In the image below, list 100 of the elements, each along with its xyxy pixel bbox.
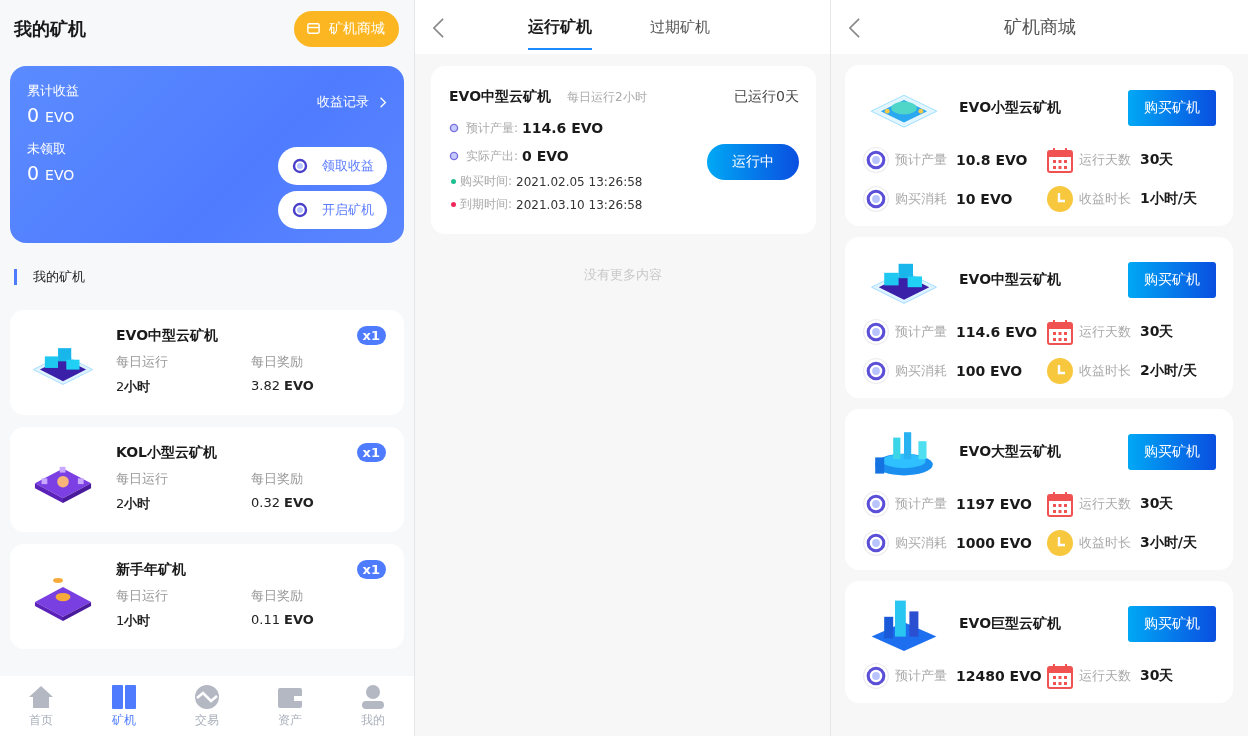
clock-icon: [1046, 529, 1073, 556]
product-name: EVO大型云矿机: [959, 442, 1062, 461]
buy-button[interactable]: 购买矿机: [1128, 261, 1216, 298]
calendar-icon: [1046, 662, 1073, 689]
nav-item[interactable]: 矿机: [99, 683, 150, 729]
stat-label: 运行天数: [1078, 666, 1131, 685]
total-earnings-unit: EVO: [45, 109, 75, 125]
coin-icon: [449, 151, 459, 161]
count-badge: x1: [356, 560, 386, 579]
stat-value: 3小时/天: [1139, 533, 1197, 552]
chevron-right-icon: [379, 95, 387, 109]
stat-label: 收益时长: [1078, 533, 1131, 552]
buy-button[interactable]: 购买矿机: [1128, 605, 1216, 642]
stat-label: 运行天数: [1078, 150, 1131, 169]
coin-icon: [290, 156, 310, 176]
coin-icon: [863, 529, 889, 556]
unclaimed-unit: EVO: [45, 167, 75, 183]
stat-value: 10 EVO: [956, 190, 1013, 207]
reward-label: 每日奖励: [251, 587, 304, 605]
reward-label: 每日奖励: [251, 470, 304, 488]
calendar-icon: [1046, 146, 1073, 173]
stat-label: 购买消耗: [895, 361, 947, 380]
row-value: 0 EVO: [522, 148, 569, 164]
stat-value: 30天: [1139, 322, 1174, 341]
nav-item[interactable]: 交易: [182, 683, 232, 729]
row-value: 2021.03.10 13:26:58: [516, 197, 643, 212]
trade-icon: [194, 683, 220, 710]
run-label: 每日运行: [116, 587, 169, 605]
coin-icon: [863, 146, 889, 173]
count-badge: x1: [356, 326, 386, 345]
miner-name: EVO中型云矿机: [449, 88, 552, 106]
pill-button[interactable]: 开启矿机: [278, 191, 387, 229]
coin-icon: [863, 662, 889, 689]
nav-item[interactable]: 资产: [264, 683, 315, 729]
stat-label: 收益时长: [1078, 361, 1131, 380]
row-value: 2021.02.05 13:26:58: [516, 174, 643, 189]
buy-button[interactable]: 购买矿机: [1128, 89, 1216, 126]
stat-value: 100 EVO: [956, 362, 1023, 379]
stat-value: 30天: [1139, 666, 1174, 685]
stat-label: 收益时长: [1078, 189, 1131, 208]
stat-value: 1000 EVO: [956, 534, 1032, 551]
coin-icon: [449, 123, 459, 133]
page-title: 矿机商城: [1003, 15, 1076, 39]
product-name: EVO小型云矿机: [959, 98, 1062, 117]
stat-label: 运行天数: [1078, 494, 1131, 513]
clock-icon: [1046, 185, 1073, 212]
stat-label: 预计产量: [895, 150, 947, 169]
stat-value: 114.6 EVO: [956, 323, 1038, 340]
coin-icon: [863, 357, 889, 384]
product-name: EVO巨型云矿机: [959, 614, 1062, 633]
run-label: 每日运行: [116, 470, 169, 488]
page-title: 我的矿机: [14, 16, 86, 41]
stat-label: 预计产量: [895, 494, 947, 513]
row-label: 购买时间:: [460, 173, 513, 190]
buy-button[interactable]: 购买矿机: [1128, 433, 1216, 470]
stat-label: 购买消耗: [895, 189, 947, 208]
stat-label: 预计产量: [895, 322, 947, 341]
nav-item[interactable]: 我的: [347, 683, 398, 729]
home-icon: [28, 683, 55, 710]
row-label: 到期时间:: [460, 196, 513, 213]
earnings-record-link[interactable]: 收益记录: [317, 93, 387, 111]
section-title: 我的矿机: [33, 268, 85, 286]
tab[interactable]: 运行矿机: [528, 4, 592, 50]
shop-icon: [306, 21, 321, 36]
total-earnings-value: 0: [27, 104, 40, 126]
tab[interactable]: 过期矿机: [650, 4, 710, 50]
run-value: 2小时: [116, 495, 152, 513]
coin-icon: [290, 200, 310, 220]
coin-icon: [863, 185, 889, 212]
stat-value: 2小时/天: [1139, 361, 1197, 380]
run-value: 1小时: [116, 612, 152, 630]
row-label: 预计产量:: [466, 119, 519, 137]
reward-value: 0.11 EVO: [251, 612, 315, 629]
back-icon[interactable]: [432, 17, 445, 39]
reward-value: 3.82 EVO: [251, 378, 315, 395]
stat-label: 购买消耗: [895, 533, 947, 552]
clock-icon: [1046, 357, 1073, 384]
stat-value: 10.8 EVO: [956, 151, 1028, 168]
run-label: 每日运行: [116, 353, 169, 371]
back-icon[interactable]: [848, 17, 861, 39]
nav-item[interactable]: 首页: [16, 683, 67, 729]
stat-value: 12480 EVO: [956, 667, 1042, 684]
stat-value: 1197 EVO: [956, 495, 1032, 512]
user-icon: [359, 683, 386, 710]
stat-label: 预计产量: [895, 666, 947, 685]
product-name: EVO中型云矿机: [959, 270, 1062, 289]
coin-icon: [863, 318, 889, 345]
stat-value: 1小时/天: [1139, 189, 1197, 208]
run-value: 2小时: [116, 378, 152, 396]
row-label: 实际产出:: [466, 147, 519, 165]
row-value: 114.6 EVO: [522, 120, 604, 136]
days-run: 已运行0天: [734, 88, 799, 106]
pill-button[interactable]: 领取收益: [278, 147, 387, 185]
count-badge: x1: [356, 443, 386, 462]
calendar-icon: [1046, 490, 1073, 517]
stat-label: 运行天数: [1078, 322, 1131, 341]
unclaimed-label: 未领取: [27, 140, 67, 158]
coin-icon: [863, 490, 889, 517]
reward-label: 每日奖励: [251, 353, 304, 371]
status-button[interactable]: 运行中: [707, 144, 799, 180]
